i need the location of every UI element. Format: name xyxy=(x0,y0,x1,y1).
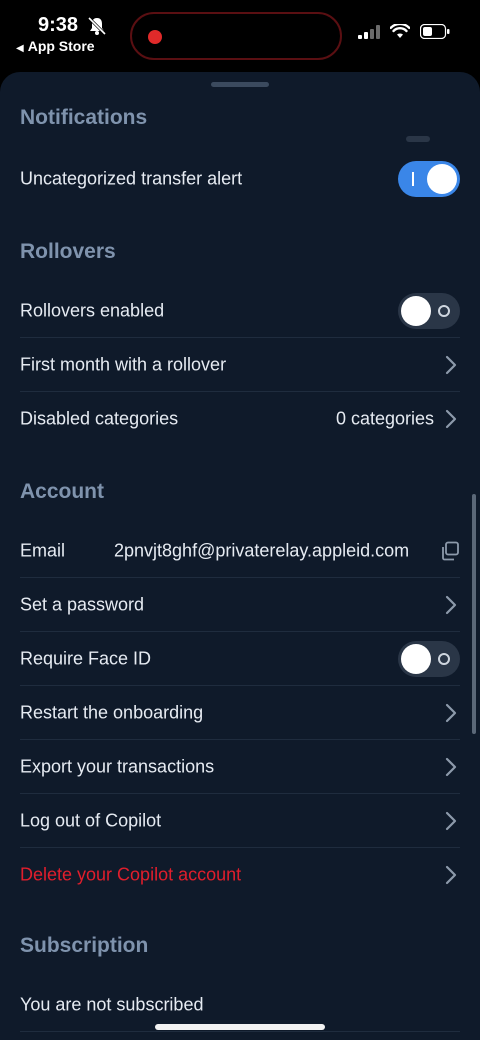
toggle-off-mark-icon xyxy=(438,305,450,317)
row-uncategorized-transfer-alert[interactable]: Uncategorized transfer alert xyxy=(0,152,480,206)
divider xyxy=(20,1031,460,1032)
row-delete-account[interactable]: Delete your Copilot account xyxy=(0,848,480,902)
row-rollovers-enabled[interactable]: Rollovers enabled xyxy=(0,284,480,338)
bell-muted-icon xyxy=(88,16,106,36)
row-label: Rollovers enabled xyxy=(20,300,165,321)
settings-sheet[interactable]: Notifications Uncategorized transfer ale… xyxy=(0,72,480,1040)
back-to-app-store[interactable]: ◀ App Store xyxy=(16,38,95,54)
chevron-right-icon xyxy=(445,703,457,723)
face-id-toggle[interactable] xyxy=(398,641,460,677)
chevron-right-icon xyxy=(445,757,457,777)
section-title-subscription: Subscription xyxy=(20,934,149,957)
row-label: Restart the onboarding xyxy=(20,702,204,723)
row-export-transactions[interactable]: Export your transactions xyxy=(0,740,480,794)
chevron-right-icon xyxy=(445,595,457,615)
row-label: You are not subscribed xyxy=(20,994,204,1015)
toggle-knob xyxy=(401,644,431,674)
row-label: Require Face ID xyxy=(20,648,152,669)
clock: 9:38 xyxy=(38,14,79,36)
row-label: Delete your Copilot account xyxy=(20,864,242,885)
row-log-out[interactable]: Log out of Copilot xyxy=(0,794,480,848)
sheet-grabber[interactable] xyxy=(211,82,269,87)
uncategorized-alert-toggle[interactable] xyxy=(398,161,460,197)
row-restart-onboarding[interactable]: Restart the onboarding xyxy=(0,686,480,740)
section-title-notifications: Notifications xyxy=(20,106,148,129)
section-title-rollovers: Rollovers xyxy=(20,240,116,263)
chevron-right-icon xyxy=(445,355,457,375)
back-app-label: App Store xyxy=(27,38,95,54)
toggle-knob xyxy=(401,296,431,326)
row-label: Log out of Copilot xyxy=(20,810,162,831)
dynamic-island[interactable] xyxy=(130,12,342,60)
scrollbar[interactable] xyxy=(472,494,476,734)
system-icons xyxy=(358,24,450,39)
wifi-icon xyxy=(390,24,410,38)
chevron-right-icon xyxy=(445,409,457,429)
toggle-on-mark-icon xyxy=(412,172,414,186)
row-label: Uncategorized transfer alert xyxy=(20,168,243,189)
row-first-month-rollover[interactable]: First month with a rollover xyxy=(0,338,480,392)
chevron-right-icon xyxy=(445,865,457,885)
row-label: First month with a rollover xyxy=(20,354,227,375)
recording-dot-icon xyxy=(148,30,162,44)
status-bar: 9:38 ◀ App Store xyxy=(0,0,480,70)
cellular-signal-icon xyxy=(358,24,380,39)
row-email[interactable]: Email 2pnvjt8ghf@privaterelay.appleid.co… xyxy=(0,524,480,578)
chevron-right-icon xyxy=(445,811,457,831)
disabled-categories-count: 0 categories xyxy=(335,408,434,429)
row-label: Disabled categories xyxy=(20,408,179,429)
partial-row-edge xyxy=(406,136,430,142)
row-require-face-id[interactable]: Require Face ID xyxy=(0,632,480,686)
toggle-knob xyxy=(427,164,457,194)
row-label: Export your transactions xyxy=(20,756,215,777)
row-disabled-categories[interactable]: Disabled categories 0 categories xyxy=(0,392,480,446)
toggle-off-mark-icon xyxy=(438,653,450,665)
section-title-account: Account xyxy=(20,480,104,503)
copy-icon[interactable] xyxy=(440,541,460,561)
back-triangle-icon: ◀ xyxy=(16,43,24,54)
row-set-password[interactable]: Set a password xyxy=(0,578,480,632)
row-label: Set a password xyxy=(20,594,145,615)
rollovers-enabled-toggle[interactable] xyxy=(398,293,460,329)
email-value: 2pnvjt8ghf@privaterelay.appleid.com xyxy=(114,540,410,561)
battery-icon xyxy=(420,24,450,39)
row-label: Email xyxy=(20,540,66,561)
home-indicator[interactable] xyxy=(155,1024,325,1030)
